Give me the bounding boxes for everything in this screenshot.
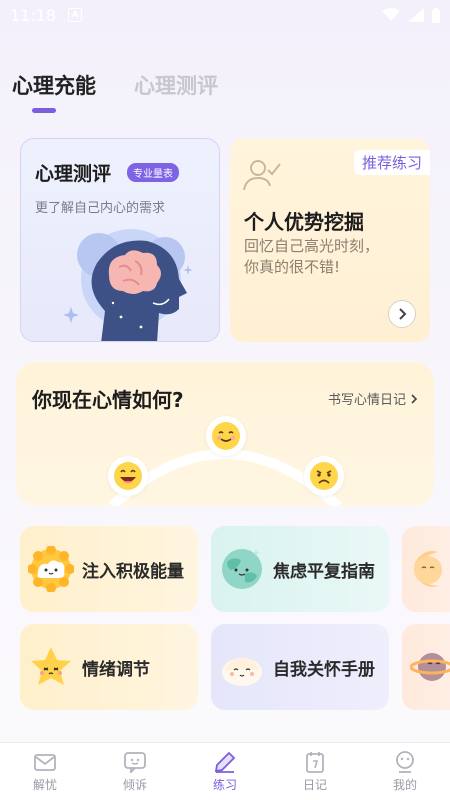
grinning-face-icon bbox=[114, 462, 142, 490]
tile-planet[interactable] bbox=[402, 624, 450, 710]
tabbar-label-me: 我的 bbox=[392, 777, 417, 792]
battery-icon bbox=[432, 7, 440, 23]
status-bar: 11:18 A bbox=[0, 0, 450, 30]
worried-face-icon bbox=[310, 462, 338, 490]
assessment-card[interactable]: 心理测评 专业量表 更了解自己内心的需求 bbox=[20, 138, 220, 342]
tile-self-care-label: 自我关怀手册 bbox=[273, 659, 375, 680]
tabbar-item-me[interactable]: 我的 bbox=[370, 750, 440, 793]
star-face-icon bbox=[31, 647, 71, 685]
tile-anxiety-guide[interactable]: 焦虑平复指南 bbox=[211, 526, 389, 612]
status-time: 11:18 bbox=[10, 5, 57, 25]
tabbar-item-talk[interactable]: 倾诉 bbox=[100, 751, 170, 793]
mood-sad-button[interactable] bbox=[304, 456, 344, 496]
chevron-right-icon bbox=[411, 393, 418, 404]
tile-positive-energy[interactable]: 注入积极能量 bbox=[20, 526, 198, 612]
chevron-right-icon bbox=[399, 308, 407, 320]
signal-icon bbox=[408, 8, 424, 22]
recommend-title: 个人优势挖掘 bbox=[244, 210, 364, 234]
mood-happy-button[interactable] bbox=[108, 456, 148, 496]
active-tab-indicator bbox=[32, 108, 56, 113]
dumpling-face-icon bbox=[222, 658, 262, 686]
assessment-card-title: 心理测评 bbox=[35, 163, 112, 185]
assessment-card-subtitle: 更了解自己内心的需求 bbox=[35, 201, 166, 216]
tabbar-label-relief: 解忧 bbox=[32, 777, 57, 792]
notification-icon: A bbox=[68, 8, 83, 22]
tab-mental-recharge[interactable]: 心理充能 bbox=[12, 70, 96, 100]
tabbar-item-relief[interactable]: 解忧 bbox=[10, 751, 80, 793]
earth-face-icon bbox=[222, 549, 262, 589]
moon-icon bbox=[414, 551, 442, 587]
head-brain-illustration bbox=[63, 229, 193, 341]
mood-card: 你现在心情如何? 书写心情日记 bbox=[16, 362, 434, 506]
tabbar-label-practice: 练习 bbox=[212, 777, 237, 792]
professional-badge: 专业量表 bbox=[127, 163, 179, 182]
tile-sleep[interactable] bbox=[402, 526, 450, 612]
pen-icon bbox=[214, 751, 236, 773]
recommend-arrow-button[interactable] bbox=[388, 300, 416, 328]
recommend-card[interactable]: 推荐练习 个人优势挖掘 回忆自己高光时刻， 你真的很不错! bbox=[230, 138, 430, 342]
bottom-tab-bar: 解忧 倾诉 练习 日记 我的 bbox=[0, 742, 450, 800]
tab-mental-assessment[interactable]: 心理测评 bbox=[134, 70, 218, 100]
tabbar-label-diary: 日记 bbox=[302, 777, 327, 792]
tabbar-item-diary[interactable]: 日记 bbox=[280, 751, 350, 793]
person-check-icon bbox=[243, 160, 281, 191]
tabbar-item-practice[interactable]: 练习 bbox=[190, 751, 260, 793]
recommend-badge: 推荐练习 bbox=[353, 150, 430, 175]
mail-icon bbox=[34, 753, 56, 771]
tile-anxiety-guide-label: 焦虑平复指南 bbox=[273, 561, 375, 582]
tile-positive-energy-label: 注入积极能量 bbox=[82, 561, 184, 582]
tile-emotion-regulation-label: 情绪调节 bbox=[82, 659, 150, 680]
tabbar-label-talk: 倾诉 bbox=[122, 777, 147, 792]
content-face-icon bbox=[212, 422, 240, 450]
chat-icon bbox=[124, 751, 146, 773]
recommend-description: 回忆自己高光时刻， 你真的很不错! bbox=[244, 236, 414, 278]
profile-icon bbox=[396, 750, 414, 773]
write-mood-diary-label: 书写心情日记 bbox=[327, 393, 406, 408]
sun-face-icon bbox=[28, 546, 74, 592]
mood-question: 你现在心情如何? bbox=[32, 388, 184, 412]
recommend-desc-line-2: 你真的很不错! bbox=[244, 258, 341, 276]
top-tabs: 心理充能 心理测评 bbox=[12, 70, 218, 100]
recommend-desc-line-1: 回忆自己高光时刻， bbox=[244, 237, 380, 255]
mood-calm-button[interactable] bbox=[206, 416, 246, 456]
tile-self-care[interactable]: 自我关怀手册 bbox=[211, 624, 389, 710]
planet-icon bbox=[410, 653, 450, 681]
wifi-icon bbox=[382, 8, 400, 21]
tile-emotion-regulation[interactable]: 情绪调节 bbox=[20, 624, 198, 710]
write-mood-diary-link[interactable]: 书写心情日记 bbox=[328, 389, 418, 408]
calendar-icon bbox=[306, 751, 324, 773]
